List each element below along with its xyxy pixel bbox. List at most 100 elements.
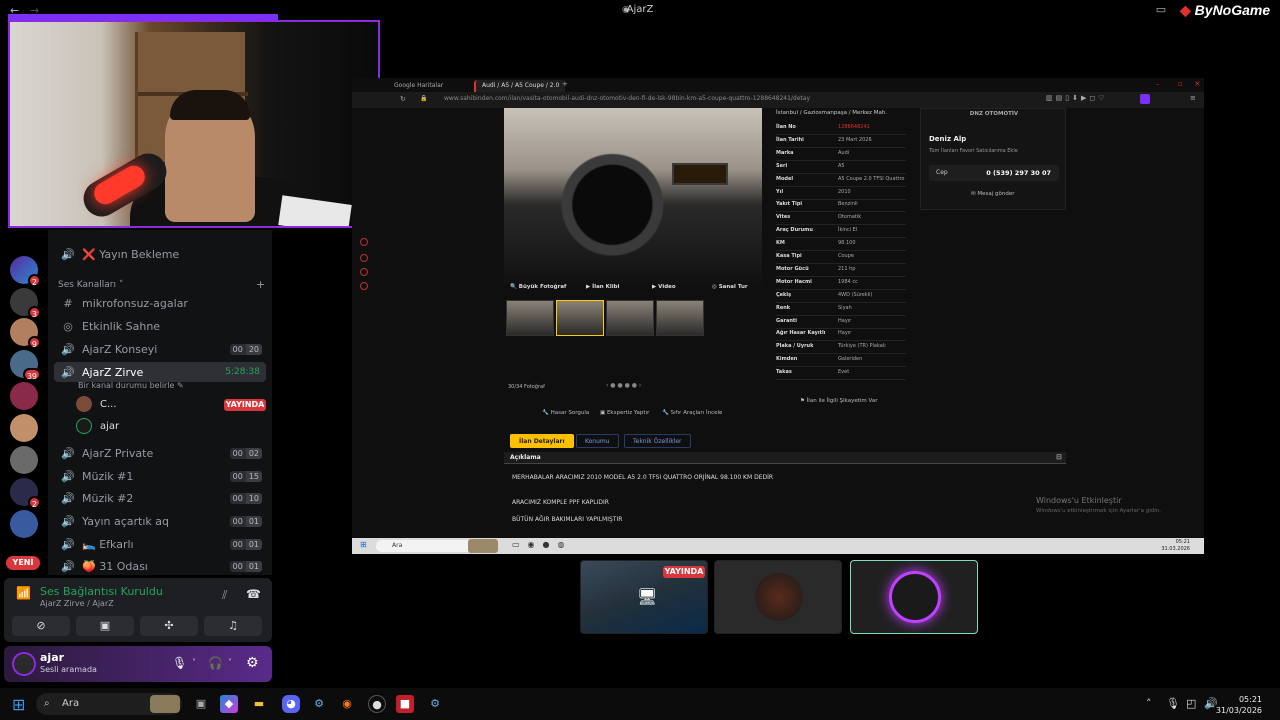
voice-member[interactable]: ajar [76, 416, 119, 436]
new-badge[interactable]: YENİ [6, 556, 40, 570]
screen-share-button[interactable]: ▣ [76, 616, 134, 636]
stream-preview-user[interactable] [714, 560, 842, 634]
channel-topic[interactable]: Bir kanal durumu belirle ✎ [78, 381, 184, 390]
sidebar-icon[interactable] [360, 268, 368, 276]
photo-thumbnail[interactable] [506, 300, 554, 336]
send-message-link[interactable]: ✉ Mesaj gönder [971, 191, 1014, 197]
windows-start-icon[interactable]: ⊞ [12, 695, 25, 714]
headphones-icon[interactable]: 🎧 [208, 656, 223, 670]
sidebar-icon[interactable] [360, 254, 368, 262]
server-icon[interactable] [10, 446, 38, 474]
channel-etkinlik-sahne[interactable]: ◎ Etkinlik Sahne [54, 316, 266, 336]
channel-muzik-1[interactable]: 🔊 Müzik #1 00 15 [54, 466, 266, 486]
mic-icon[interactable]: 🎙 [1166, 697, 1180, 710]
channel-efkarli[interactable]: 🔊 🛌 Efkarlı 00 01 [54, 534, 266, 554]
discord-icon[interactable]: ◕ [282, 695, 300, 713]
tray-chevron-icon[interactable]: ˄ [1146, 697, 1152, 710]
user-name[interactable]: ajar [40, 651, 64, 664]
collapse-icon[interactable]: ⊟ [1056, 453, 1062, 461]
server-icon[interactable] [10, 510, 38, 538]
breadcrumb[interactable]: İstanbul / Gaziosmanpaşa / Merkez Mah. [776, 110, 887, 116]
app-red-icon[interactable]: ■ [396, 695, 414, 713]
soundboard-button[interactable]: ♫ [204, 616, 262, 636]
url-field[interactable]: www.sahibinden.com/ilan/vasita-otomobil-… [444, 95, 810, 102]
server-icon[interactable] [10, 382, 38, 410]
report-link[interactable]: ⚑ İlan ile İlgili Şikayetim Var [800, 398, 877, 404]
camera-button[interactable]: ⊘ [12, 616, 70, 636]
car-photo[interactable] [504, 108, 762, 284]
mic-icon[interactable]: 🎙 [172, 656, 187, 670]
folder-icon[interactable]: ▬ [250, 695, 268, 713]
channel-ajarz-private[interactable]: 🔊 AjarZ Private 00 02 [54, 443, 266, 463]
taskbar-clock[interactable]: 05:21 31/03/2026 [1216, 694, 1262, 716]
listing-clip-button[interactable]: ▶ İlan Klibi [586, 284, 619, 290]
network-icon[interactable]: ◰ [1186, 697, 1196, 710]
copilot-icon[interactable]: ◆ [220, 695, 238, 713]
avatar[interactable] [12, 652, 36, 676]
category-voice-channels[interactable]: Ses Kanalları ˅ [58, 280, 123, 290]
firefox-icon[interactable]: ◉ [338, 695, 356, 713]
extension-icon[interactable] [1140, 94, 1150, 104]
maximize-icon[interactable]: ▫ [1178, 80, 1183, 88]
seller-links[interactable]: Tüm İlanları Favori Satıcılarıma Ekle [929, 148, 1018, 154]
channel-ajarz-konseyi[interactable]: 🔊 AjarZ Konseyi 00 20 [54, 339, 266, 359]
task-view-icon[interactable]: ▣ [192, 695, 210, 713]
widget-icon[interactable] [150, 695, 180, 713]
server-icon[interactable]: 3 [10, 288, 41, 319]
voice-status[interactable]: Ses Bağlantısı Kuruldu [40, 585, 163, 598]
channel-ajarz-zirve[interactable]: 🔊 AjarZ Zirve 5:28:38 [54, 362, 266, 382]
video-button[interactable]: ▶ Video [652, 284, 676, 290]
screen-icon[interactable]: ▭ [1154, 3, 1168, 17]
photo-thumbnail[interactable] [656, 300, 704, 336]
server-icon[interactable]: 39 [10, 350, 41, 381]
seller-firm[interactable]: DNZ OTOMOTİV [921, 111, 1067, 117]
server-icon[interactable]: 2 [10, 256, 41, 287]
tab-listing-details[interactable]: İlan Detayları [510, 434, 574, 448]
voice-location[interactable]: AjarZ Zirve / AjarZ [40, 599, 114, 608]
channel-31-odasi[interactable]: 🔊 🍑 31 Odası 00 01 [54, 556, 266, 576]
reload-icon[interactable]: ↻ [400, 95, 406, 103]
phone-number[interactable]: 0 (539) 297 30 07 [986, 169, 1051, 177]
activities-button[interactable]: ✣ [140, 616, 198, 636]
expertise-link[interactable]: ▣ Ekspertiz Yaptır [600, 410, 649, 416]
widget-icon[interactable] [468, 539, 498, 553]
damage-query-link[interactable]: 🔧 Hasar Sorgula [542, 410, 589, 416]
server-icon[interactable]: 2 [10, 478, 41, 509]
large-photo-button[interactable]: 🔍 Büyük Fotoğraf [510, 284, 566, 290]
steam-icon[interactable]: ⚙ [426, 695, 444, 713]
noise-suppression-icon[interactable]: ⫽ [222, 588, 227, 603]
stream-preview-ajar[interactable] [850, 560, 978, 634]
inner-clock[interactable]: 05:21 31.03.2026 [1161, 539, 1190, 553]
tab-sahibinden[interactable]: Audi / A5 / A5 Coupe / 2.0 [474, 80, 566, 92]
spec-value[interactable]: 1288648241 [838, 124, 870, 130]
tab-technical[interactable]: Teknik Özellikler [624, 434, 691, 448]
add-channel-icon[interactable]: + [256, 278, 265, 291]
photo-thumbnail[interactable] [556, 300, 604, 336]
channel-yayin-bekleme[interactable]: 🔊 ❌ Yayın Bekleme [54, 244, 266, 264]
windows-start-icon[interactable]: ⊞ [360, 540, 367, 549]
voice-member[interactable]: C... [76, 394, 117, 414]
steam-icon[interactable]: ⚙ [310, 695, 328, 713]
stream-preview-screen[interactable]: YAYINDA 🖥 [580, 560, 708, 634]
tab-google-maps[interactable]: Google Haritalar [388, 80, 449, 92]
server-icon[interactable]: 9 [10, 318, 41, 349]
new-tab-icon[interactable]: + [562, 80, 568, 88]
taskbar-apps[interactable]: ▭◉●◍ [512, 540, 573, 549]
photo-thumbnail[interactable] [606, 300, 654, 336]
channel-muzik-2[interactable]: 🔊 Müzik #2 00 10 [54, 488, 266, 508]
channel-mikrofonsuz-agalar[interactable]: # mikrofonsuz-agalar [54, 293, 266, 313]
minimize-icon[interactable]: – [1156, 80, 1160, 88]
gear-icon[interactable]: ⚙ [246, 655, 259, 671]
toolbar-icons[interactable]: ▥▤▯⬇▶◻♡ [1046, 94, 1107, 102]
chevron-down-icon[interactable]: ˅ [192, 658, 196, 667]
tab-location[interactable]: Konumu [576, 434, 619, 448]
menu-icon[interactable]: ≡ [1190, 94, 1196, 102]
sidebar-icon[interactable] [360, 238, 368, 246]
new-cars-link[interactable]: 🔧 Sıfır Araçları İncele [662, 410, 722, 416]
virtual-tour-button[interactable]: ◎ Sanal Tur [712, 284, 748, 290]
server-icon[interactable] [10, 414, 38, 442]
sidebar-icon[interactable] [360, 282, 368, 290]
photo-pagination[interactable]: ‹ ● ● ● ● › [606, 382, 641, 389]
chevron-down-icon[interactable]: ˅ [228, 658, 232, 667]
obs-icon[interactable]: ● [368, 695, 386, 713]
